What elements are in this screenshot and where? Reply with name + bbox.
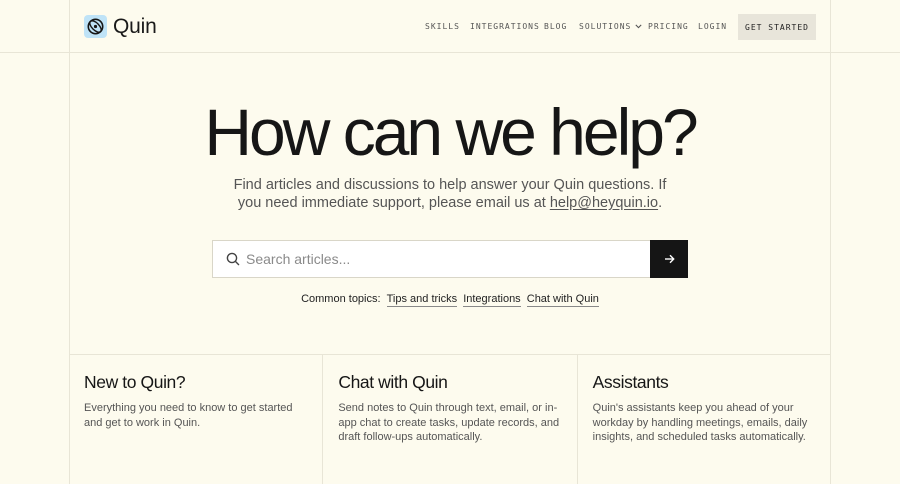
support-email-link[interactable]: help@heyquin.io <box>550 195 658 211</box>
hero-subtitle: Find articles and discussions to help an… <box>220 176 680 212</box>
card-title: Chat with Quin <box>338 372 448 392</box>
search-submit-button[interactable] <box>650 240 688 278</box>
hero-subtitle-end: . <box>658 195 663 211</box>
search-icon <box>226 252 240 266</box>
common-topics: Common topics: Tips and tricks Integrati… <box>0 293 900 307</box>
nav-skills[interactable]: SKILLS <box>425 22 460 31</box>
card-description: Everything you need to know to get start… <box>84 402 293 429</box>
card-title: Assistants <box>592 372 669 392</box>
get-started-button[interactable]: GET STARTED <box>738 14 816 40</box>
common-topics-label: Common topics: <box>301 293 381 305</box>
card-new-to-quin[interactable]: New to Quin? Everything you need to know… <box>69 355 324 484</box>
nav-solutions-label: SOLUTIONS <box>579 22 632 31</box>
nav-pricing[interactable]: PRICING <box>648 22 689 31</box>
card-description: Send notes to Quin through text, email, … <box>338 402 560 443</box>
topic-chat-with-quin[interactable]: Chat with Quin <box>526 293 599 307</box>
topic-tips-and-tricks[interactable]: Tips and tricks <box>386 293 458 307</box>
card-title: New to Quin? <box>84 372 186 392</box>
page-title: How can we help? <box>204 95 698 169</box>
card-assistants[interactable]: Assistants Quin's assistants keep you ah… <box>578 355 831 484</box>
nav-login[interactable]: LOGIN <box>698 22 727 31</box>
category-cards: New to Quin? Everything you need to know… <box>69 354 831 484</box>
site-header: Quin SKILLS INTEGRATIONS BLOG SOLUTIONS … <box>0 0 900 53</box>
search-bar <box>212 240 688 278</box>
card-chat-with-quin[interactable]: Chat with Quin Send notes to Quin throug… <box>323 355 578 484</box>
search-input[interactable] <box>246 241 646 277</box>
card-description: Quin's assistants keep you ahead of your… <box>592 402 808 443</box>
nav-solutions[interactable]: SOLUTIONS <box>579 22 642 31</box>
arrow-right-icon <box>664 252 675 267</box>
chevron-down-icon <box>635 22 642 31</box>
nav-blog[interactable]: BLOG <box>544 22 567 31</box>
topic-integrations[interactable]: Integrations <box>463 293 521 307</box>
nav-integrations[interactable]: INTEGRATIONS <box>470 22 540 31</box>
